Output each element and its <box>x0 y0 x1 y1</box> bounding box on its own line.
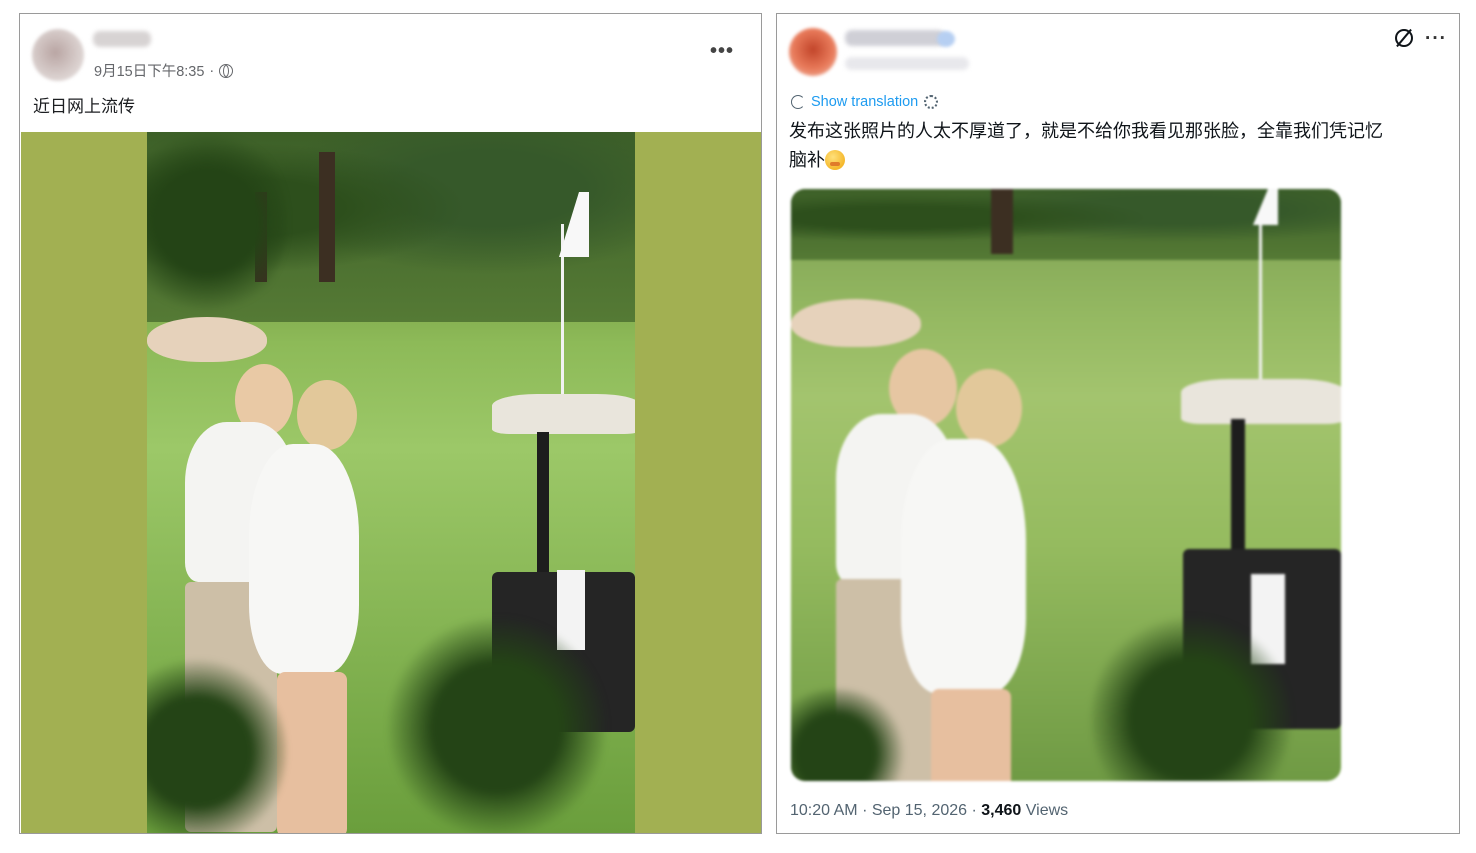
post-photo-container[interactable] <box>21 132 761 833</box>
show-translation-link[interactable]: Show translation <box>791 94 939 110</box>
post-caption: 近日网上流传 <box>33 97 135 116</box>
verified-badge-icon <box>937 31 955 47</box>
post-text-line-1: 发布这张照片的人太不厚道了，就是不给你我看见那张脸，全靠我们凭记忆 <box>789 121 1383 141</box>
settings-icon[interactable] <box>924 95 939 109</box>
emoji-icon <box>825 150 845 170</box>
post-meta: 9月15日下午8:35 · <box>94 60 234 81</box>
golf-course-photo[interactable] <box>791 189 1341 781</box>
blurred-author-name[interactable] <box>93 31 151 47</box>
post-footer: 10:20 AM · Sep 15, 2026 · 3,460 Views <box>790 802 1068 820</box>
show-translation-label[interactable]: Show translation <box>811 94 918 110</box>
footer-separator: · <box>862 802 868 819</box>
globe-icon <box>219 63 234 78</box>
blurred-author-name[interactable] <box>845 30 945 46</box>
translate-icon <box>791 95 805 109</box>
post-text-line-2: 脑补 <box>789 150 825 170</box>
post-text: 发布这张照片的人太不厚道了，就是不给你我看见那张脸，全靠我们凭记忆 脑补 <box>789 117 1449 175</box>
post-time[interactable]: 10:20 AM <box>790 802 858 819</box>
avatar[interactable] <box>789 28 837 76</box>
views-count: 3,460 <box>981 802 1022 819</box>
grok-icon[interactable] <box>1395 29 1413 47</box>
x-post: ··· Show translation 发布这张照片的人太不厚道了，就是不给你… <box>776 13 1460 834</box>
more-options-icon[interactable]: ··· <box>1425 28 1447 50</box>
avatar[interactable] <box>32 29 84 81</box>
blurred-author-handle[interactable] <box>845 57 969 70</box>
views-label: Views <box>1025 802 1069 819</box>
more-options-icon[interactable]: ••• <box>710 40 734 63</box>
post-timestamp[interactable]: 9月15日下午8:35 <box>94 60 204 81</box>
meta-separator: · <box>209 62 215 79</box>
golf-course-photo[interactable] <box>147 132 635 833</box>
footer-separator: · <box>971 802 977 819</box>
facebook-post: 9月15日下午8:35 · ••• 近日网上流传 <box>19 13 762 834</box>
post-date[interactable]: Sep 15, 2026 <box>872 802 967 819</box>
